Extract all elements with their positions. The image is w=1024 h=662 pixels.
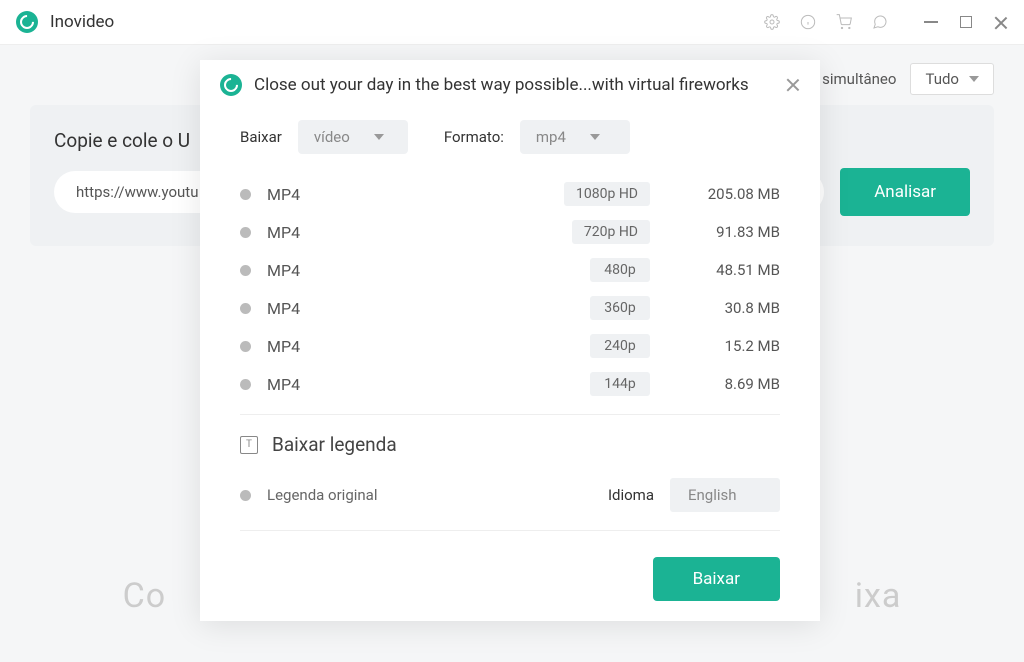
subtitle-section: T Baixar legenda Legenda original Idioma…	[240, 433, 780, 512]
tudo-dropdown[interactable]: Tudo	[910, 63, 994, 95]
minimize-icon[interactable]	[924, 21, 938, 23]
modal-logo-icon	[220, 74, 242, 96]
baixar-value: vídeo	[314, 128, 350, 146]
subtitle-icon: T	[240, 436, 258, 454]
format-name: MP4	[267, 261, 347, 280]
cart-icon[interactable]	[836, 14, 852, 30]
close-icon[interactable]	[994, 15, 1008, 29]
window-controls	[924, 15, 1008, 29]
format-option[interactable]: MP4 720p HD 91.83 MB	[240, 220, 780, 244]
format-name: MP4	[267, 375, 347, 394]
radio-icon	[240, 265, 251, 276]
format-name: MP4	[267, 223, 347, 242]
radio-icon	[240, 379, 251, 390]
radio-icon	[240, 227, 251, 238]
format-size: 15.2 MB	[690, 337, 780, 355]
format-list: MP4 1080p HD 205.08 MB MP4 720p HD 91.83…	[240, 182, 780, 396]
maximize-icon[interactable]	[960, 16, 972, 28]
format-option[interactable]: MP4 1080p HD 205.08 MB	[240, 182, 780, 206]
format-resolution: 720p HD	[572, 220, 650, 244]
chevron-down-icon	[969, 76, 979, 82]
tudo-label: Tudo	[925, 70, 959, 88]
chevron-down-icon	[374, 134, 384, 140]
format-resolution: 1080p HD	[564, 182, 650, 206]
baixar-select[interactable]: vídeo	[298, 120, 408, 154]
format-resolution: 480p	[590, 258, 650, 282]
format-resolution: 360p	[590, 296, 650, 320]
radio-icon	[240, 189, 251, 200]
format-size: 48.51 MB	[690, 261, 780, 279]
info-icon[interactable]	[800, 14, 816, 30]
baixar-button[interactable]: Baixar	[653, 557, 780, 601]
formato-label: Formato:	[444, 128, 504, 146]
analisar-button[interactable]: Analisar	[840, 168, 970, 216]
format-resolution: 240p	[590, 334, 650, 358]
chevron-down-icon	[590, 134, 600, 140]
baixar-label: Baixar	[240, 128, 282, 146]
app-logo-icon	[16, 11, 38, 33]
modal-footer: Baixar	[240, 549, 780, 601]
format-resolution: 144p	[590, 372, 650, 396]
format-option[interactable]: MP4 480p 48.51 MB	[240, 258, 780, 282]
format-option[interactable]: MP4 360p 30.8 MB	[240, 296, 780, 320]
format-option[interactable]: MP4 144p 8.69 MB	[240, 372, 780, 396]
modal-close-icon[interactable]	[786, 78, 800, 92]
subtitle-option[interactable]: Legenda original Idioma English	[240, 478, 780, 512]
chat-icon[interactable]	[872, 14, 888, 30]
format-size: 205.08 MB	[690, 185, 780, 203]
settings-icon[interactable]	[764, 14, 780, 30]
format-name: MP4	[267, 299, 347, 318]
divider	[240, 530, 780, 531]
format-size: 8.69 MB	[690, 375, 780, 393]
radio-icon	[240, 341, 251, 352]
top-right-controls: simultâneo Tudo	[822, 63, 994, 95]
simultaneo-label: simultâneo	[822, 70, 896, 88]
idioma-label: Idioma	[608, 486, 654, 504]
formato-value: mp4	[536, 128, 566, 146]
titlebar-actions	[764, 14, 1008, 30]
idioma-select[interactable]: English	[670, 478, 780, 512]
format-name: MP4	[267, 185, 347, 204]
subtitle-name: Legenda original	[267, 486, 377, 504]
format-name: MP4	[267, 337, 347, 356]
format-size: 91.83 MB	[690, 223, 780, 241]
formato-select[interactable]: mp4	[520, 120, 630, 154]
format-option[interactable]: MP4 240p 15.2 MB	[240, 334, 780, 358]
modal-title: Close out your day in the best way possi…	[254, 75, 774, 95]
subtitle-title: Baixar legenda	[272, 433, 397, 456]
modal-header: Close out your day in the best way possi…	[200, 60, 820, 110]
radio-icon	[240, 490, 251, 501]
titlebar: Inovideo	[0, 0, 1024, 45]
divider	[240, 414, 780, 415]
format-size: 30.8 MB	[690, 299, 780, 317]
download-modal: Close out your day in the best way possi…	[200, 60, 820, 621]
modal-controls: Baixar vídeo Formato: mp4	[240, 120, 780, 154]
app-title: Inovideo	[50, 12, 114, 32]
radio-icon	[240, 303, 251, 314]
